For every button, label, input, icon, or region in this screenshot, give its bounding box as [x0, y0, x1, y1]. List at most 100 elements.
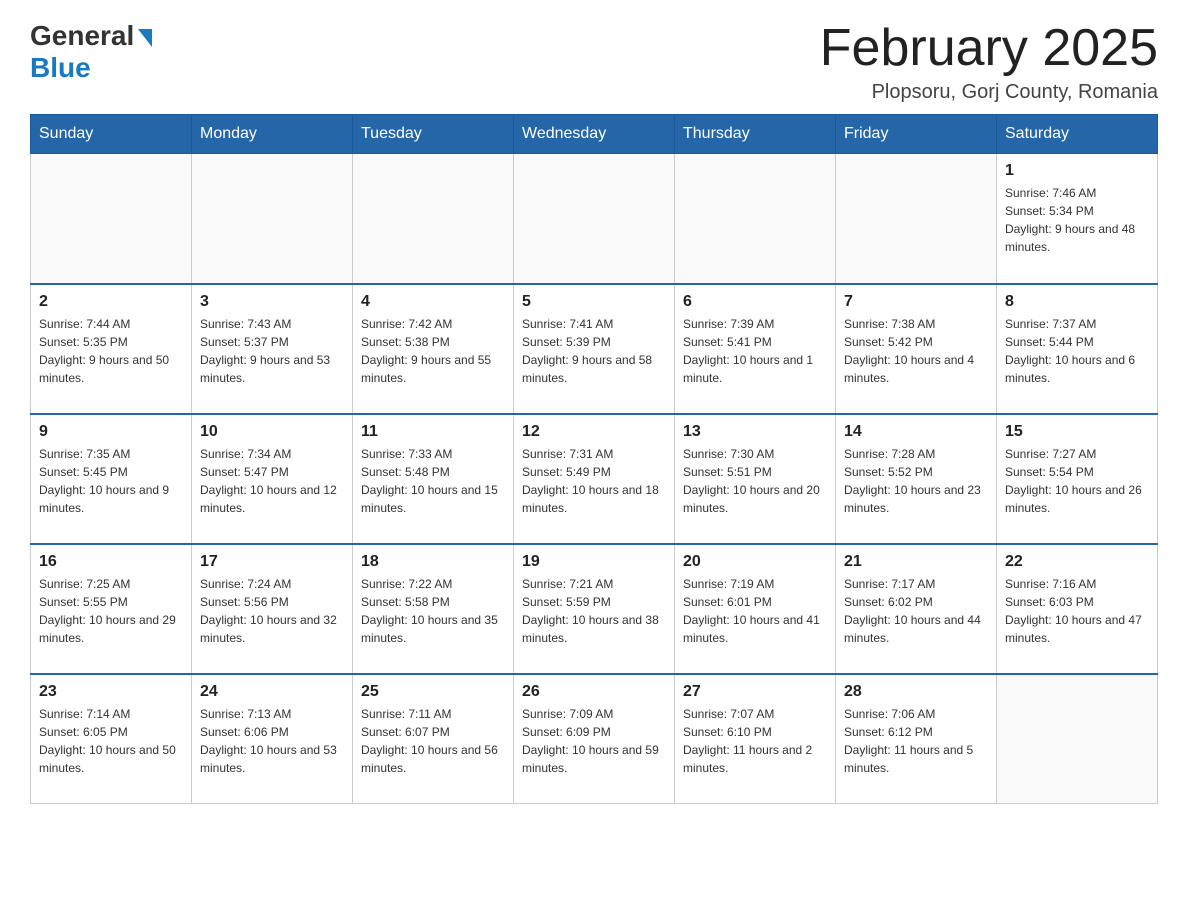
calendar-cell: 25 Sunrise: 7:11 AMSunset: 6:07 PMDayligh… — [353, 674, 514, 804]
calendar-cell: 11 Sunrise: 7:33 AMSunset: 5:48 PMDayligh… — [353, 414, 514, 544]
calendar-cell: 15 Sunrise: 7:27 AMSunset: 5:54 PMDayligh… — [997, 414, 1158, 544]
day-number: 25 — [361, 683, 505, 701]
calendar-cell — [192, 154, 353, 284]
day-number: 23 — [39, 683, 183, 701]
day-info: Sunrise: 7:19 AMSunset: 6:01 PMDaylight:… — [683, 575, 827, 647]
day-number: 7 — [844, 293, 988, 311]
calendar-cell: 1 Sunrise: 7:46 AMSunset: 5:34 PMDaylight… — [997, 154, 1158, 284]
calendar-cell: 10 Sunrise: 7:34 AMSunset: 5:47 PMDayligh… — [192, 414, 353, 544]
calendar-cell: 17 Sunrise: 7:24 AMSunset: 5:56 PMDayligh… — [192, 544, 353, 674]
day-number: 19 — [522, 553, 666, 571]
calendar-cell — [675, 154, 836, 284]
calendar-cell — [353, 154, 514, 284]
calendar-cell: 27 Sunrise: 7:07 AMSunset: 6:10 PMDayligh… — [675, 674, 836, 804]
day-info: Sunrise: 7:38 AMSunset: 5:42 PMDaylight:… — [844, 315, 988, 387]
weekday-header-row: SundayMondayTuesdayWednesdayThursdayFrid… — [31, 115, 1158, 154]
day-info: Sunrise: 7:41 AMSunset: 5:39 PMDaylight:… — [522, 315, 666, 387]
day-number: 21 — [844, 553, 988, 571]
day-info: Sunrise: 7:44 AMSunset: 5:35 PMDaylight:… — [39, 315, 183, 387]
day-number: 2 — [39, 293, 183, 311]
day-info: Sunrise: 7:21 AMSunset: 5:59 PMDaylight:… — [522, 575, 666, 647]
day-number: 6 — [683, 293, 827, 311]
calendar-cell — [836, 154, 997, 284]
day-number: 20 — [683, 553, 827, 571]
day-info: Sunrise: 7:42 AMSunset: 5:38 PMDaylight:… — [361, 315, 505, 387]
calendar-cell: 24 Sunrise: 7:13 AMSunset: 6:06 PMDayligh… — [192, 674, 353, 804]
day-info: Sunrise: 7:46 AMSunset: 5:34 PMDaylight:… — [1005, 184, 1149, 256]
day-number: 13 — [683, 423, 827, 441]
calendar-cell: 19 Sunrise: 7:21 AMSunset: 5:59 PMDayligh… — [514, 544, 675, 674]
calendar-cell: 21 Sunrise: 7:17 AMSunset: 6:02 PMDayligh… — [836, 544, 997, 674]
day-number: 18 — [361, 553, 505, 571]
day-info: Sunrise: 7:09 AMSunset: 6:09 PMDaylight:… — [522, 705, 666, 777]
day-info: Sunrise: 7:30 AMSunset: 5:51 PMDaylight:… — [683, 445, 827, 517]
day-number: 3 — [200, 293, 344, 311]
calendar-week-row: 9 Sunrise: 7:35 AMSunset: 5:45 PMDaylight… — [31, 414, 1158, 544]
day-number: 28 — [844, 683, 988, 701]
day-info: Sunrise: 7:35 AMSunset: 5:45 PMDaylight:… — [39, 445, 183, 517]
day-number: 11 — [361, 423, 505, 441]
calendar-cell: 4 Sunrise: 7:42 AMSunset: 5:38 PMDaylight… — [353, 284, 514, 414]
calendar-week-row: 1 Sunrise: 7:46 AMSunset: 5:34 PMDaylight… — [31, 154, 1158, 284]
day-info: Sunrise: 7:28 AMSunset: 5:52 PMDaylight:… — [844, 445, 988, 517]
logo-arrow-icon — [138, 29, 152, 47]
calendar-cell: 12Sunrise: 7:31 AMSunset: 5:49 PMDayligh… — [514, 414, 675, 544]
day-number: 26 — [522, 683, 666, 701]
day-info: Sunrise: 7:27 AMSunset: 5:54 PMDaylight:… — [1005, 445, 1149, 517]
calendar-cell — [31, 154, 192, 284]
calendar-cell: 20 Sunrise: 7:19 AMSunset: 6:01 PMDayligh… — [675, 544, 836, 674]
day-info: Sunrise: 7:22 AMSunset: 5:58 PMDaylight:… — [361, 575, 505, 647]
calendar-cell: 9 Sunrise: 7:35 AMSunset: 5:45 PMDaylight… — [31, 414, 192, 544]
day-number: 5 — [522, 293, 666, 311]
day-info: Sunrise: 7:16 AMSunset: 6:03 PMDaylight:… — [1005, 575, 1149, 647]
calendar-cell: 8 Sunrise: 7:37 AMSunset: 5:44 PMDaylight… — [997, 284, 1158, 414]
day-number: 9 — [39, 423, 183, 441]
month-title: February 2025 — [820, 20, 1158, 77]
day-number: 1 — [1005, 162, 1149, 180]
day-info: Sunrise: 7:37 AMSunset: 5:44 PMDaylight:… — [1005, 315, 1149, 387]
day-info: Sunrise: 7:24 AMSunset: 5:56 PMDaylight:… — [200, 575, 344, 647]
calendar-cell: 13 Sunrise: 7:30 AMSunset: 5:51 PMDayligh… — [675, 414, 836, 544]
day-info: Sunrise: 7:14 AMSunset: 6:05 PMDaylight:… — [39, 705, 183, 777]
calendar-cell: 6 Sunrise: 7:39 AMSunset: 5:41 PMDaylight… — [675, 284, 836, 414]
weekday-header-tuesday: Tuesday — [353, 115, 514, 154]
day-info: Sunrise: 7:07 AMSunset: 6:10 PMDaylight:… — [683, 705, 827, 777]
calendar-week-row: 23 Sunrise: 7:14 AMSunset: 6:05 PMDayligh… — [31, 674, 1158, 804]
calendar-table: SundayMondayTuesdayWednesdayThursdayFrid… — [30, 114, 1158, 804]
calendar-cell: 26 Sunrise: 7:09 AMSunset: 6:09 PMDayligh… — [514, 674, 675, 804]
day-info: Sunrise: 7:06 AMSunset: 6:12 PMDaylight:… — [844, 705, 988, 777]
day-info: Sunrise: 7:43 AMSunset: 5:37 PMDaylight:… — [200, 315, 344, 387]
weekday-header-monday: Monday — [192, 115, 353, 154]
calendar-cell: 7 Sunrise: 7:38 AMSunset: 5:42 PMDaylight… — [836, 284, 997, 414]
day-number: 10 — [200, 423, 344, 441]
day-number: 27 — [683, 683, 827, 701]
title-block: February 2025 Plopsoru, Gorj County, Rom… — [820, 20, 1158, 104]
weekday-header-thursday: Thursday — [675, 115, 836, 154]
day-number: 12 — [522, 423, 666, 441]
day-number: 16 — [39, 553, 183, 571]
day-info: Sunrise: 7:13 AMSunset: 6:06 PMDaylight:… — [200, 705, 344, 777]
day-number: 8 — [1005, 293, 1149, 311]
day-info: Sunrise: 7:33 AMSunset: 5:48 PMDaylight:… — [361, 445, 505, 517]
calendar-cell: 14Sunrise: 7:28 AMSunset: 5:52 PMDayligh… — [836, 414, 997, 544]
location-subtitle: Plopsoru, Gorj County, Romania — [820, 81, 1158, 104]
logo-blue-text: Blue — [30, 52, 91, 84]
calendar-cell: 23 Sunrise: 7:14 AMSunset: 6:05 PMDayligh… — [31, 674, 192, 804]
page-header: General Blue February 2025 Plopsoru, Gor… — [30, 20, 1158, 104]
weekday-header-sunday: Sunday — [31, 115, 192, 154]
day-number: 17 — [200, 553, 344, 571]
day-info: Sunrise: 7:39 AMSunset: 5:41 PMDaylight:… — [683, 315, 827, 387]
weekday-header-friday: Friday — [836, 115, 997, 154]
day-number: 4 — [361, 293, 505, 311]
day-info: Sunrise: 7:11 AMSunset: 6:07 PMDaylight:… — [361, 705, 505, 777]
calendar-cell: 22Sunrise: 7:16 AMSunset: 6:03 PMDayligh… — [997, 544, 1158, 674]
calendar-cell: 18 Sunrise: 7:22 AMSunset: 5:58 PMDayligh… — [353, 544, 514, 674]
day-info: Sunrise: 7:25 AMSunset: 5:55 PMDaylight:… — [39, 575, 183, 647]
day-info: Sunrise: 7:34 AMSunset: 5:47 PMDaylight:… — [200, 445, 344, 517]
weekday-header-saturday: Saturday — [997, 115, 1158, 154]
calendar-cell: 16 Sunrise: 7:25 AMSunset: 5:55 PMDayligh… — [31, 544, 192, 674]
day-number: 24 — [200, 683, 344, 701]
calendar-cell: 5 Sunrise: 7:41 AMSunset: 5:39 PMDaylight… — [514, 284, 675, 414]
day-number: 15 — [1005, 423, 1149, 441]
day-info: Sunrise: 7:17 AMSunset: 6:02 PMDaylight:… — [844, 575, 988, 647]
